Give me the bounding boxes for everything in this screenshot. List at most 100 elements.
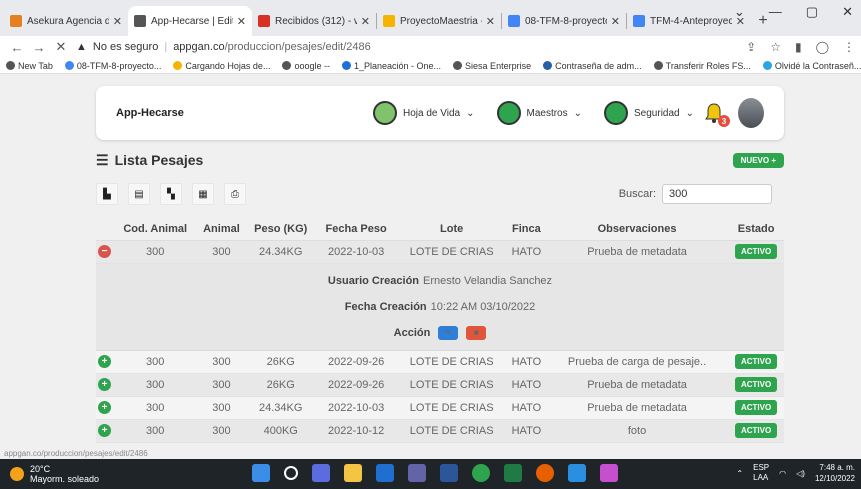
cell-fecha: 2022-10-12 [315,419,397,443]
volume-icon[interactable]: ◁) [796,469,805,478]
column-header[interactable]: Estado [728,218,784,241]
bookmark-item[interactable]: Olvidé la Contraseñ... [762,61,861,71]
cell-cod: 300 [113,396,198,420]
weather-widget[interactable]: 20°C Mayorm. soleado [0,464,99,484]
share-icon[interactable]: ⇪ [746,40,756,54]
csv-icon[interactable]: ▚ [160,183,182,205]
bookmark-item[interactable]: 08-TFM-8-proyecto... [64,61,161,71]
expand-icon[interactable]: + [98,424,112,437]
star-icon[interactable]: ☆ [770,40,781,54]
delete-button[interactable]: ■ [466,325,487,340]
browser-tab[interactable]: ProyectoMaestria - G... ✕ [377,6,501,36]
pdf-icon[interactable]: ▦ [192,183,214,205]
column-header[interactable]: Lote [396,218,507,241]
excel-icon[interactable]: ▤ [128,183,150,205]
pesajes-table: Cod. Animal Animal Peso (KG) Fecha Peso Lote… [96,218,784,443]
brand-title[interactable]: App-Hecarse [116,107,184,119]
cell-lote: LOTE DE CRIAS [396,396,507,420]
avatar[interactable] [738,98,764,128]
language-indicator[interactable]: ESP [753,463,769,473]
close-icon[interactable]: ✕ [611,15,620,28]
chevron-up-icon[interactable]: ⌃ [736,469,743,478]
search-icon[interactable] [284,466,298,480]
menu-maestros[interactable]: Maestros ⌄ [496,101,582,125]
search-input[interactable] [662,184,772,204]
vscode-icon[interactable] [568,464,586,482]
tab-label: App-Hecarse | Editar l... [151,15,233,27]
excel-app-icon[interactable] [504,464,522,482]
explorer-icon[interactable] [344,464,362,482]
bookmark-item[interactable]: ooogle -- [282,61,330,71]
close-icon[interactable]: ✕ [113,15,122,28]
cell-lote: LOTE DE CRIAS [396,373,507,397]
firefox-icon[interactable] [536,464,554,482]
chat-icon[interactable] [312,464,330,482]
bookmark-icon [762,61,772,70]
bookmark-item[interactable]: Siesa Enterprise [453,61,531,71]
browser-tab[interactable]: TFM-4-Anteproyecto...✕ [627,6,751,36]
close-icon[interactable]: ✕ [237,15,246,28]
menu-hoja-de-vida[interactable]: Hoja de Vida ⌄ [373,101,475,125]
maximize-icon[interactable]: ▢ [806,4,818,20]
collapse-icon[interactable]: − [98,245,112,258]
close-icon[interactable]: ✕ [486,15,495,28]
back-icon[interactable]: ← [6,40,28,55]
profile-icon[interactable]: ◯ [816,40,829,54]
bookmark-item[interactable]: Transferir Roles FS... [653,61,751,71]
word-icon[interactable] [440,464,458,482]
print-icon[interactable]: ⎙ [224,183,246,205]
search-label: Buscar: [618,188,656,200]
edit-button[interactable]: ✎ [438,325,459,340]
cell-animal: 300 [197,419,246,443]
expand-icon[interactable]: + [98,401,112,414]
column-header[interactable]: Finca [506,218,546,241]
url-field[interactable]: ▲ No es seguro | appgan.co/produccion/pe… [76,41,746,53]
bookmark-label: 1_Planeación - One... [353,60,442,71]
leaf-icon [373,101,398,125]
browser-tab[interactable]: App-Hecarse | Editar l... ✕ [128,6,252,36]
cell-animal: 300 [197,350,246,374]
copy-icon[interactable]: ▙ [96,183,118,205]
chevron-down-icon: ⌄ [685,107,694,119]
cell-finca: HATO [506,373,546,397]
cell-lote: LOTE DE CRIAS [396,419,507,443]
clock[interactable]: 7:48 a. m. 12/10/2022 [815,462,855,484]
browser-tab[interactable]: Recibidos (312) - vela... ✕ [252,6,376,36]
system-tray: ⌃ ESP LAA ◠ ◁) 7:48 a. m. 12/10/2022 [736,462,855,484]
cell-estado: ACTIVO [728,396,784,420]
close-icon[interactable]: ✕ [361,15,370,28]
tab-search-icon[interactable]: ⌄ [734,4,745,20]
row-toggle-cell: + [96,350,114,374]
sidepanel-icon[interactable]: ▮ [795,40,802,54]
expand-icon[interactable]: + [98,355,112,368]
detail-label: Fecha Creación [344,300,427,313]
bookmark-item[interactable]: New Tab [6,61,53,71]
cell-obs: Prueba de metadata [545,373,729,397]
column-header[interactable]: Peso (KG) [245,218,316,241]
close-window-icon[interactable]: ✕ [842,4,853,20]
column-header[interactable]: Fecha Peso [315,218,397,241]
menu-icon[interactable]: ⋮ [843,40,855,54]
column-header[interactable]: Animal [197,218,246,241]
wifi-icon[interactable]: ◠ [779,469,786,478]
app-navbar: App-Hecarse Hoja de Vida ⌄ Maestros ⌄ Seguri… [96,86,784,140]
expand-icon[interactable]: + [98,378,112,391]
minimize-icon[interactable]: — [769,4,782,20]
teams-icon[interactable] [408,464,426,482]
bookmark-item[interactable]: Contraseña de adm... [543,61,642,71]
browser-tab[interactable]: 08-TFM-8-proyecto.d... ✕ [502,6,626,36]
bookmark-item[interactable]: Cargando Hojas de... [173,61,270,71]
browser-tab[interactable]: Asekura Agencia de S... ✕ [4,6,128,36]
column-header[interactable]: Cod. Animal [113,218,198,241]
chrome-icon[interactable] [472,464,490,482]
windows-start-icon[interactable] [252,464,270,482]
bookmark-item[interactable]: 1_Planeación - One... [341,60,442,71]
stop-icon[interactable]: ✕ [50,39,72,55]
app-icon[interactable] [600,464,618,482]
outlook-icon[interactable] [376,464,394,482]
new-button[interactable]: NUEVO + [732,152,784,168]
forward-icon[interactable]: → [28,40,50,55]
column-header[interactable]: Observaciones [545,218,729,241]
bell-icon[interactable]: 3 [702,101,730,127]
menu-seguridad[interactable]: Seguridad ⌄ [604,101,694,125]
